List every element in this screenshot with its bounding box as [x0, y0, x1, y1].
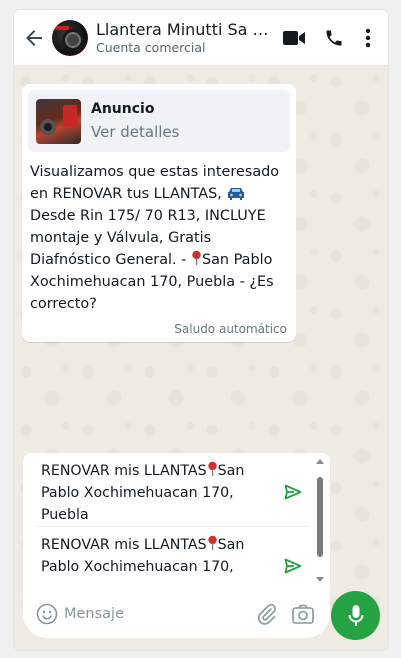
- video-call-button[interactable]: [274, 18, 314, 58]
- phone-icon: [326, 30, 342, 45]
- header-actions: [274, 18, 382, 58]
- back-button[interactable]: [16, 10, 52, 66]
- contact-subtitle: Cuenta comercial: [96, 39, 206, 55]
- voice-call-button[interactable]: [314, 18, 354, 58]
- incoming-message: Anuncio Ver detalles Visualizamos que es…: [22, 84, 296, 342]
- camera-button[interactable]: [290, 601, 316, 627]
- message-input[interactable]: [64, 606, 254, 622]
- send-icon: [284, 558, 302, 574]
- quick-reply-send-button[interactable]: [282, 555, 304, 577]
- message-meta: Saludo automático: [174, 322, 287, 336]
- ad-card[interactable]: Anuncio Ver detalles: [28, 90, 290, 152]
- quick-reply-text-start: RENOVAR mis LLANTAS: [41, 463, 207, 479]
- round-pushpin-icon: [207, 535, 217, 550]
- camera-icon: [292, 604, 314, 624]
- video-call-icon: [283, 30, 305, 45]
- quick-reply-send-button[interactable]: [282, 481, 304, 503]
- scroll-up-arrow-icon[interactable]: [316, 459, 324, 464]
- quick-reply-item[interactable]: RENOVAR mis LLANTAS San Pablo Xochimehuac…: [23, 453, 308, 526]
- quick-reply-text: RENOVAR mis LLANTAS San Pablo Xochimehuac…: [41, 460, 268, 526]
- more-vert-icon: [365, 28, 371, 47]
- message-composer: [23, 590, 330, 638]
- chat-header: Llantera Minutti Sa D… Cuenta comercial: [14, 10, 388, 66]
- ad-thumbnail: [36, 98, 81, 144]
- quick-replies-list: RENOVAR mis LLANTAS San Pablo Xochimehuac…: [23, 453, 308, 590]
- microphone-icon: [348, 604, 363, 626]
- scroll-down-arrow-icon[interactable]: [316, 577, 324, 582]
- quick-reply-item[interactable]: RENOVAR mis LLANTAS San Pablo Xochimehuac…: [37, 526, 308, 578]
- more-options-button[interactable]: [354, 18, 382, 58]
- back-arrow-icon: [26, 29, 42, 46]
- scroll-thumb[interactable]: [317, 477, 323, 557]
- paperclip-icon: [258, 603, 276, 625]
- contact-name: Llantera Minutti Sa D…: [96, 19, 274, 39]
- quick-replies-panel: RENOVAR mis LLANTAS San Pablo Xochimehuac…: [23, 453, 330, 590]
- contact-avatar[interactable]: [52, 19, 88, 56]
- ad-label: Anuncio: [91, 101, 155, 117]
- quick-replies-scrollbar[interactable]: [314, 457, 326, 586]
- send-icon: [284, 484, 302, 500]
- contact-info[interactable]: Llantera Minutti Sa D… Cuenta comercial: [96, 20, 274, 56]
- emoji-icon: [36, 603, 58, 625]
- message-text: Visualizamos que estas interesado en REN…: [30, 161, 288, 315]
- voice-message-button[interactable]: [331, 591, 380, 640]
- emoji-button[interactable]: [36, 603, 58, 625]
- round-pushpin-icon: [207, 461, 217, 476]
- round-pushpin-icon: [192, 250, 201, 265]
- car-emoji-icon: [228, 188, 245, 200]
- quick-reply-text: RENOVAR mis LLANTAS San Pablo Xochimehuac…: [41, 534, 268, 578]
- attach-button[interactable]: [254, 601, 280, 627]
- ad-details-link[interactable]: Ver detalles: [91, 121, 179, 143]
- quick-reply-text-start: RENOVAR mis LLANTAS: [41, 537, 207, 553]
